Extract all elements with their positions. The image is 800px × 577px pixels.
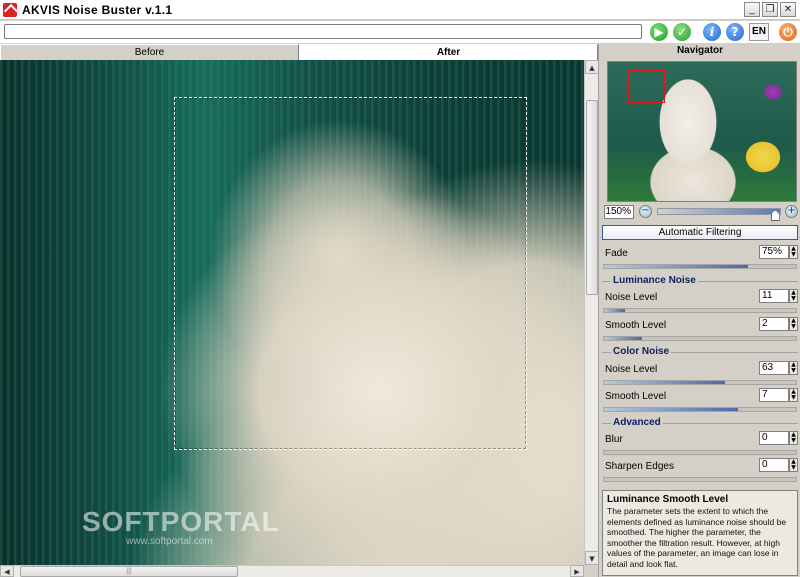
fade-slider-fill [604,265,748,268]
color-noise-heading: Color Noise [611,346,672,357]
scroll-down-icon[interactable]: ▼ [585,551,599,565]
color-noise-level-spinner[interactable]: ▲ ▼ [789,361,798,375]
help-title: Luminance Smooth Level [607,494,729,505]
tab-before[interactable]: Before [0,44,299,60]
zoom-level[interactable]: 150% [604,205,634,219]
sharpen-edges-input[interactable]: 0 [759,458,789,472]
luminance-smooth-level-spinner[interactable]: ▲ ▼ [789,317,798,331]
luminance-noise-level-fill [604,309,626,312]
language-button[interactable]: EN [749,23,769,41]
app-logo-icon [3,2,17,17]
info-icon[interactable]: i [703,23,721,41]
fade-control: Fade 75% ▲ ▼ [599,244,800,278]
image-canvas[interactable]: SOFTPORTAL www.softportal.com [0,60,584,565]
sharpen-edges-control: Sharpen Edges 0 ▲ ▼ [599,457,800,491]
settings-panel: Navigator 150% − + Automatic Filtering F… [598,44,800,577]
run-icon[interactable]: ▶ [650,23,668,41]
fade-label: Fade [605,248,628,259]
watermark-logo: SOFTPORTAL [82,506,280,537]
maximize-button[interactable]: ❐ [762,2,778,17]
apply-icon[interactable]: ✓ [673,23,691,41]
preview-selection-frame[interactable] [174,97,527,450]
blur-label: Blur [605,434,623,445]
luminance-smooth-level-control: Smooth Level 2 ▲ ▼ [599,316,800,350]
color-smooth-level-label: Smooth Level [605,391,667,402]
scroll-corner [584,565,598,577]
color-smooth-level-control: Smooth Level 7 ▲ ▼ [599,387,800,421]
scroll-left-icon[interactable]: ◀ [0,565,14,577]
zoom-out-icon[interactable]: − [639,205,652,218]
sharpen-edges-label: Sharpen Edges [605,461,674,472]
sharpen-edges-slider[interactable] [603,477,797,482]
progress-bar [4,24,642,39]
horizontal-scrollbar[interactable]: ◀ ||| ▶ [0,565,584,577]
color-smooth-level-slider[interactable] [603,407,797,412]
navigator-viewport-rect[interactable] [628,70,665,103]
blur-spinner[interactable]: ▲ ▼ [789,431,798,445]
help-box: Luminance Smooth Level The parameter set… [602,490,798,576]
luminance-noise-level-slider[interactable] [603,308,797,313]
color-noise-level-slider[interactable] [603,380,797,385]
zoom-controls: 150% − + [601,204,799,221]
zoom-slider-thumb[interactable] [770,210,780,221]
sharpen-edges-spinner[interactable]: ▲ ▼ [789,458,798,472]
luminance-smooth-level-label: Smooth Level [605,320,667,331]
luminance-noise-heading: Luminance Noise [611,275,698,286]
horizontal-scroll-thumb[interactable]: ||| [20,566,238,577]
fade-input[interactable]: 75% [759,245,789,259]
window-controls: _ ❐ ✕ [744,2,796,17]
color-noise-group: Color Noise [599,346,800,360]
color-smooth-level-fill [604,408,739,411]
color-smooth-level-input[interactable]: 7 [759,388,789,402]
power-icon[interactable]: ⏻ [779,23,797,41]
color-noise-level-fill [604,381,725,384]
help-text: The parameter sets the extent to which t… [607,506,787,569]
luminance-noise-level-label: Noise Level [605,292,658,303]
luminance-noise-level-spinner[interactable]: ▲ ▼ [789,289,798,303]
advanced-group: Advanced [599,417,800,431]
fade-spinner[interactable]: ▲ ▼ [789,245,798,259]
help-icon[interactable]: ? [726,23,744,41]
minimize-button[interactable]: _ [744,2,760,17]
vertical-scroll-thumb[interactable] [586,100,598,295]
blur-slider[interactable] [603,450,797,455]
title-bar: AKVIS Noise Buster v.1.1 _ ❐ ✕ [0,0,800,20]
zoom-slider[interactable] [657,208,781,221]
automatic-filtering-button[interactable]: Automatic Filtering [602,225,798,240]
blur-input[interactable]: 0 [759,431,789,445]
navigator-thumbnail[interactable] [607,61,797,202]
scroll-right-icon[interactable]: ▶ [570,565,584,577]
luminance-smooth-level-slider[interactable] [603,336,797,341]
color-noise-level-input[interactable]: 63 [759,361,789,375]
luminance-smooth-level-input[interactable]: 2 [759,317,789,331]
advanced-heading: Advanced [611,417,663,428]
color-smooth-level-spinner[interactable]: ▲ ▼ [789,388,798,402]
luminance-smooth-level-fill [604,337,643,340]
window-title: AKVIS Noise Buster v.1.1 [22,2,173,17]
navigator-title: Navigator [676,45,724,56]
tab-after[interactable]: After [299,44,598,60]
zoom-in-icon[interactable]: + [785,205,798,218]
color-noise-level-label: Noise Level [605,364,658,375]
luminance-noise-level-input[interactable]: 11 [759,289,789,303]
watermark: SOFTPORTAL www.softportal.com [82,506,280,547]
toolbar: ▶ ✓ i ? EN ⏻ [0,21,800,43]
vertical-scrollbar[interactable]: ▲ ▼ [584,60,599,565]
fade-slider[interactable] [603,264,797,269]
close-button[interactable]: ✕ [780,2,796,17]
scroll-up-icon[interactable]: ▲ [585,60,599,74]
luminance-noise-group: Luminance Noise [599,275,800,289]
view-tabs: Before After [0,44,598,60]
